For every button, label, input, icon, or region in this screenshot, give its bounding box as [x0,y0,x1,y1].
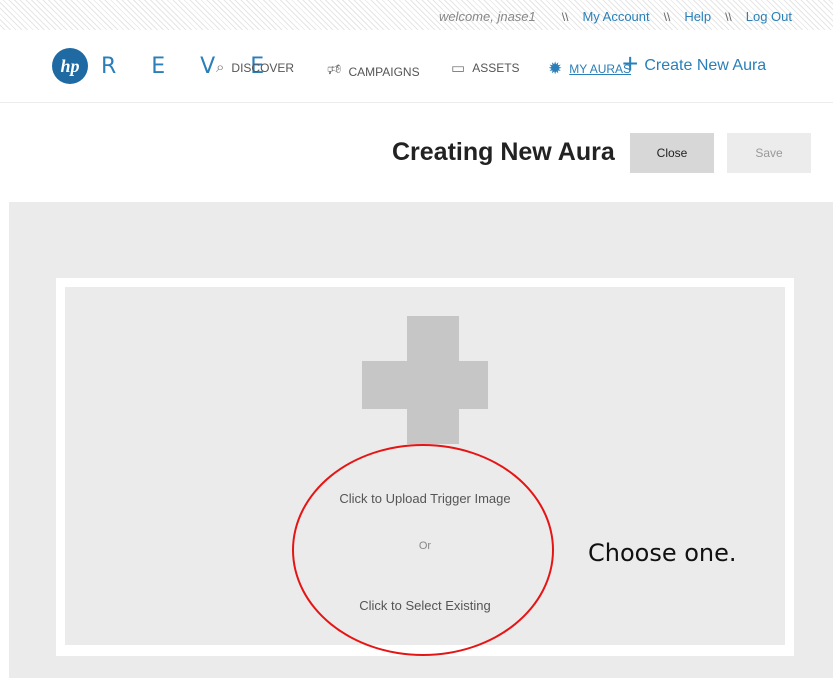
separator: \\ [663,9,671,24]
close-button[interactable]: Close [630,133,714,173]
megaphone-icon: 🕫 [327,61,342,78]
nav-campaigns-label: CAMPAIGNS [348,64,420,79]
page-title: Creating New Aura [392,138,615,166]
my-account-link[interactable]: My Account [582,9,649,24]
top-utility-bar: welcome, jnase1 \\ My Account \\ Help \\… [0,0,833,30]
search-icon: ⌕ [216,59,225,76]
create-new-aura-link[interactable]: + Create New Aura [622,48,767,79]
nav-my-auras[interactable]: ✹ MY AURAS [548,59,631,79]
welcome-text: welcome, jnase1 [438,9,536,24]
separator: \\ [725,9,732,24]
select-existing-link[interactable]: Click to Select Existing [65,598,785,613]
utility-links: welcome, jnase1 \\ My Account \\ Help \\… [439,9,792,24]
main-nav: hp R E V E ⌕ DISCOVER 🕫 CAMPAIGNS ▭ ASSE… [0,32,833,103]
trigger-image-dropzone[interactable]: Click to Upload Trigger Image Or Click t… [65,287,785,645]
add-image-icon [362,361,488,409]
help-link[interactable]: Help [684,9,711,24]
nav-assets-label: ASSETS [472,61,520,75]
hp-logo[interactable]: hp [52,48,88,84]
create-new-aura-label: Create New Aura [644,56,767,74]
upload-trigger-image-link[interactable]: Click to Upload Trigger Image [65,491,785,506]
annotation-note: Choose one. [588,539,737,567]
upload-frame: Click to Upload Trigger Image Or Click t… [56,278,794,656]
logout-link[interactable]: Log Out [746,9,792,24]
image-icon: ▭ [451,60,466,77]
separator: \\ [561,9,569,24]
save-button[interactable]: Save [727,133,811,173]
nav-assets[interactable]: ▭ ASSETS [451,59,520,77]
editor-panel: Click to Upload Trigger Image Or Click t… [9,202,833,678]
nav-discover[interactable]: ⌕ DISCOVER [216,59,294,76]
starburst-icon: ✹ [548,59,563,78]
nav-campaigns[interactable]: 🕫 CAMPAIGNS [327,59,420,84]
plus-icon: + [622,48,639,79]
nav-discover-label: DISCOVER [231,60,295,75]
